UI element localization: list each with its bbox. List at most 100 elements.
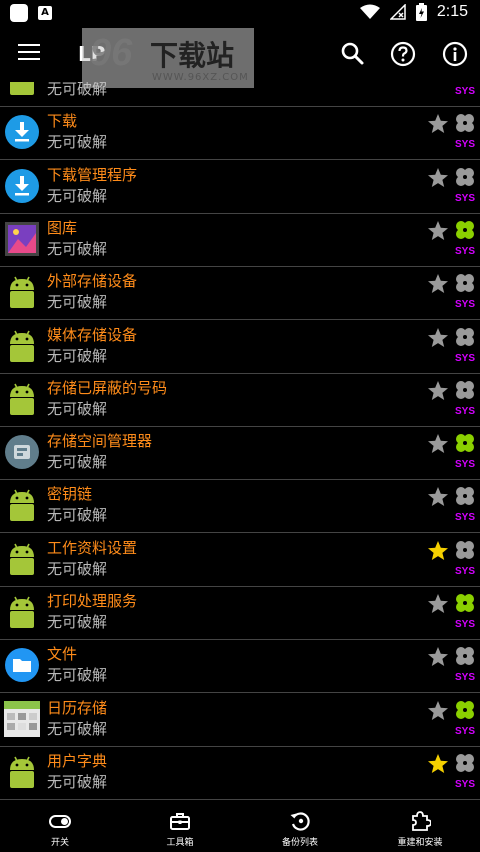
download-icon (4, 114, 40, 150)
backup-icon (290, 812, 310, 831)
clover-icon (454, 485, 476, 507)
clover-icon (454, 539, 476, 561)
star-icon (427, 753, 449, 775)
status-bar: A 2:15 (0, 0, 480, 26)
search-icon[interactable] (340, 41, 366, 67)
star-icon (427, 433, 449, 455)
sys-badge: SYS (455, 352, 476, 364)
nav-label-toggle: 开关 (50, 838, 69, 848)
list-item[interactable]: 密钥链 无可破解 SYS (0, 479, 480, 534)
sys-badge: SYS (455, 672, 476, 684)
nav-item-toggle[interactable]: 开关 (0, 804, 120, 852)
clock: 2:15 (436, 3, 468, 20)
sys-badge: SYS (455, 405, 476, 417)
star-icon (427, 273, 449, 295)
watermark: 96 下载站 WWW.96XZ.COM (82, 28, 254, 88)
bottom-navigation: 开关 工具箱 备份列表 重建和安装 (0, 804, 480, 852)
clover-icon (454, 432, 476, 454)
nav-item-rebuild-install[interactable]: 重建和安装 (360, 804, 480, 852)
app-name: 日历存储 (47, 698, 108, 717)
storage-icon (4, 434, 40, 470)
list-item[interactable]: 文件无可破解 SYS (0, 639, 480, 694)
battery-charging-icon (415, 3, 427, 21)
patch-status: 无可破解 (47, 133, 108, 152)
patch-status: 无可破解 (47, 506, 108, 525)
sys-badge: SYS (455, 725, 476, 737)
star-icon (427, 540, 449, 562)
star-icon (427, 700, 449, 722)
watermark-number: 96 (90, 32, 133, 74)
app-name: 媒体存储设备 (47, 325, 138, 344)
patch-status: 无可破解 (47, 453, 108, 472)
wifi-icon (359, 4, 380, 19)
star-icon (427, 646, 449, 668)
app-name: 存储已屏蔽的号码 (47, 378, 168, 397)
list-item[interactable]: 工作资料设置 无可破解 SYS (0, 533, 480, 587)
list-item[interactable]: 媒体存储设备 无可破解 SYS (0, 320, 480, 374)
notification-app-icon (10, 4, 28, 22)
patch-status: 无可破解 (47, 346, 108, 365)
patch-status: 无可破解 (47, 666, 108, 685)
files-icon (4, 647, 40, 683)
sys-badge: SYS (455, 299, 476, 311)
info-icon[interactable] (442, 41, 468, 67)
clover-icon (454, 112, 476, 134)
help-icon[interactable] (390, 41, 416, 67)
star-icon (427, 327, 449, 349)
sys-badge: SYS (455, 139, 476, 151)
sys-badge: SYS (455, 778, 476, 790)
sys-badge: SYS (455, 459, 476, 471)
app-name: 存储空间管理器 (47, 432, 153, 451)
star-icon (427, 380, 449, 402)
nav-item-toolbox[interactable]: 工具箱 (120, 804, 240, 852)
android-app-icon (4, 274, 40, 310)
android-app-icon (4, 328, 40, 364)
menu-button[interactable] (18, 44, 40, 64)
list-item[interactable]: 图库 无可破解 SYS (0, 213, 480, 267)
app-name: 工作资料设置 (47, 538, 138, 557)
nav-label-rebuild-install: 重建和安装 (397, 838, 443, 848)
clover-icon (454, 326, 476, 348)
gallery-icon (4, 221, 40, 257)
sys-badge: SYS (455, 619, 476, 630)
app-name: 下载管理程序 (47, 165, 138, 184)
list-item[interactable]: 打印处理服务 无可破解 SYS (0, 586, 480, 640)
list-item[interactable]: 下载 无可破解 SYS (0, 106, 480, 161)
watermark-text: 下载站 (150, 39, 235, 72)
patch-status: 无可破解 (47, 613, 108, 631)
android-app-icon (4, 594, 40, 630)
notification-a-icon: A (38, 6, 52, 20)
toggle-icon (49, 815, 71, 828)
app-name: 密钥链 (47, 485, 93, 504)
star-icon (427, 486, 449, 508)
toolbox-icon (170, 813, 190, 830)
list-item[interactable]: 用户字典无可破解 SYS (0, 746, 480, 800)
list-item[interactable]: 存储已屏蔽的号码 无可破解 SYS (0, 373, 480, 427)
android-app-icon (4, 381, 40, 417)
clover-icon (454, 219, 476, 241)
patch-status: 无可破解 (47, 186, 108, 205)
patch-status: 无可破解 (47, 293, 108, 312)
patch-status: 无可破解 (47, 559, 108, 578)
list-item[interactable]: 存储空间管理器 无可破解 SYS (0, 426, 480, 481)
star-icon (427, 220, 449, 242)
list-item[interactable]: 下载管理程序 无可破解 SYS (0, 160, 480, 214)
clover-icon (454, 379, 476, 401)
patch-status: 无可破解 (47, 772, 108, 791)
puzzle-icon (412, 811, 431, 831)
watermark-url: WWW.96XZ.COM (152, 72, 249, 83)
app-name: 打印处理服务 (47, 592, 138, 610)
app-name: 文件 (47, 645, 78, 664)
app-name: 用户字典 (47, 751, 108, 770)
nav-item-backup[interactable]: 备份列表 (240, 804, 360, 852)
calendar-icon (4, 700, 40, 737)
list-item[interactable]: 日历存储 无可破解 SYS (0, 693, 480, 747)
sys-badge: SYS (455, 565, 476, 577)
nav-label-backup: 备份列表 (281, 838, 318, 848)
list-item[interactable]: 外部存储设备 无可破解 SYS (0, 266, 480, 321)
star-icon (427, 593, 449, 615)
app-name: 外部存储设备 (47, 272, 138, 291)
android-app-icon (4, 82, 40, 97)
clover-icon (454, 699, 476, 721)
sys-badge: SYS (455, 245, 476, 257)
